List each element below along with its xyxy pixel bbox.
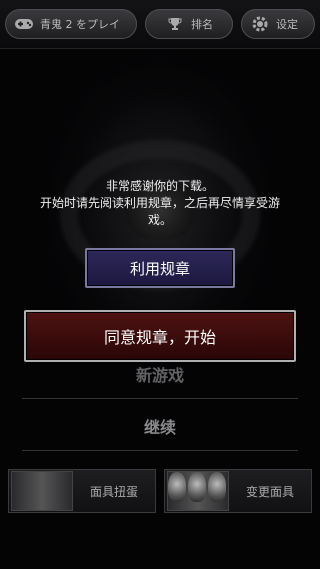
- message-line-3: 戏。: [147, 213, 172, 227]
- welcome-message: 非常感谢你的下载。 开始时请先阅读利用规章，之后再尽情享受游 戏。: [0, 178, 320, 229]
- new-game-button[interactable]: 新游戏: [20, 362, 300, 386]
- gamepad-icon: [14, 14, 34, 34]
- play-aooni2-button[interactable]: 青鬼 2 をプレイ: [5, 9, 137, 39]
- mask-face: [208, 472, 226, 502]
- continue-button[interactable]: 继续: [20, 414, 300, 438]
- terms-of-use-button[interactable]: 利用规章: [85, 248, 235, 288]
- message-line-2: 开始时请先阅读利用规章，之后再尽情享受游: [39, 196, 280, 210]
- change-mask-button[interactable]: 变更面具: [164, 469, 312, 513]
- gear-icon: [250, 14, 270, 34]
- gacha-thumbnail: [11, 471, 73, 511]
- ranking-label: 排名: [191, 18, 213, 31]
- message-line-1: 非常感谢你的下载。: [105, 179, 214, 193]
- gacha-label: 面具扭蛋: [89, 484, 138, 499]
- mask-faces-thumbnail: [167, 471, 229, 511]
- settings-label: 设定: [276, 18, 298, 31]
- menu-divider: [22, 450, 298, 451]
- mask-face: [168, 472, 186, 502]
- trophy-icon: [165, 14, 185, 34]
- play-label: 青鬼 2 をプレイ: [40, 18, 120, 31]
- ranking-button[interactable]: 排名: [145, 9, 233, 39]
- mask-face: [188, 472, 206, 502]
- settings-button[interactable]: 设定: [241, 9, 315, 39]
- change-mask-label: 变更面具: [245, 484, 294, 499]
- top-bar: 青鬼 2 をプレイ 排名 设定: [0, 0, 320, 49]
- agree-and-start-button[interactable]: 同意规章，开始: [24, 310, 296, 362]
- menu-divider: [22, 398, 298, 399]
- mask-gacha-button[interactable]: 面具扭蛋: [8, 469, 156, 513]
